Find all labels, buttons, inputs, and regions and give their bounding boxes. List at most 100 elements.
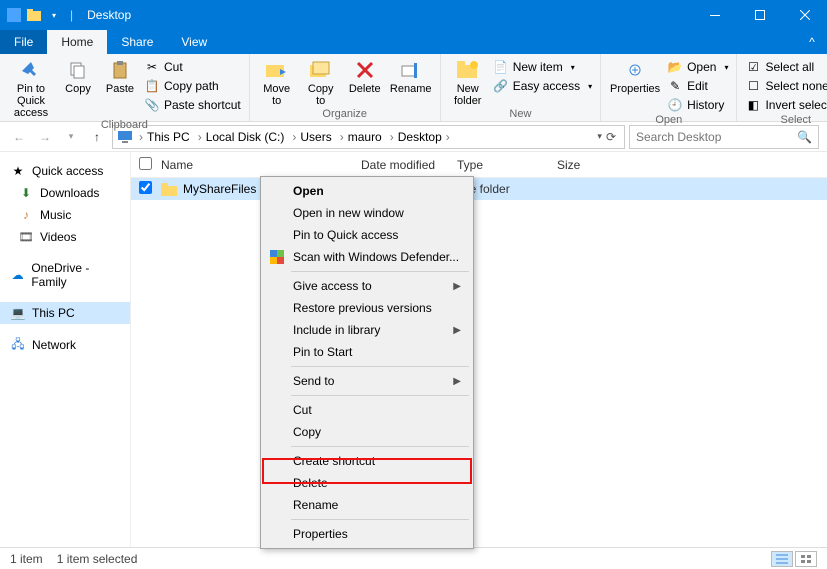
nav-forward-button[interactable]: → [34, 126, 56, 148]
copy-to-button[interactable]: Copy to [300, 56, 342, 107]
close-button[interactable] [782, 0, 827, 30]
copy-path-button[interactable]: 📋Copy path [142, 77, 243, 95]
delete-icon [353, 58, 377, 82]
open-button[interactable]: 📂Open▾ [665, 58, 730, 76]
qat-dropdown-icon[interactable]: ▾ [46, 7, 62, 23]
crumb-desktop[interactable]: Desktop [398, 130, 442, 144]
sidebar-item-thispc[interactable]: 💻This PC [0, 302, 130, 324]
search-input[interactable] [636, 130, 797, 144]
sidebar-item-onedrive[interactable]: ☁OneDrive - Family [0, 258, 130, 292]
edit-icon: ✎ [667, 78, 683, 94]
edit-button[interactable]: ✎Edit [665, 77, 730, 95]
file-row-mysharefiles[interactable]: MyShareFiles File folder [131, 178, 827, 200]
titlebar-divider: | [66, 8, 77, 22]
sidebar-item-quickaccess[interactable]: ★Quick access [0, 160, 130, 182]
row-checkbox[interactable] [139, 181, 152, 194]
sidebar-item-network[interactable]: 🖧Network [0, 334, 130, 356]
ctx-separator [291, 366, 469, 367]
column-headers: Name Date modified Type Size [131, 152, 827, 178]
crumb-thispc[interactable]: This PC [147, 130, 190, 144]
nav-back-button[interactable]: ← [8, 126, 30, 148]
search-box[interactable]: 🔍 [629, 125, 819, 149]
minimize-button[interactable] [692, 0, 737, 30]
ribbon-group-clipboard: Pin to Quick access Copy Paste ✂Cut 📋Cop… [0, 54, 250, 121]
view-icons-button[interactable] [795, 551, 817, 567]
thispc-icon: 💻 [10, 305, 26, 321]
ctx-delete[interactable]: Delete [263, 472, 471, 494]
pin-to-quick-access-button[interactable]: Pin to Quick access [6, 56, 56, 119]
cut-icon: ✂ [144, 59, 160, 75]
sidebar-item-videos[interactable]: 🎞Videos [0, 226, 130, 248]
ctx-rename[interactable]: Rename [263, 494, 471, 516]
file-name-label: MyShareFiles [183, 182, 256, 196]
properties-icon [623, 58, 647, 82]
col-date[interactable]: Date modified [361, 158, 457, 172]
easy-access-button[interactable]: 🔗Easy access▾ [491, 77, 594, 95]
ctx-restore-versions[interactable]: Restore previous versions [263, 297, 471, 319]
ctx-create-shortcut[interactable]: Create shortcut [263, 450, 471, 472]
star-icon: ★ [10, 163, 26, 179]
view-details-button[interactable] [771, 551, 793, 567]
select-all-checkbox[interactable] [139, 157, 152, 170]
new-folder-button[interactable]: New folder [447, 56, 489, 107]
ctx-cut[interactable]: Cut [263, 399, 471, 421]
rename-button[interactable]: Rename [388, 56, 434, 95]
ctx-properties[interactable]: Properties [263, 523, 471, 545]
ctx-copy[interactable]: Copy [263, 421, 471, 443]
copypath-icon: 📋 [144, 78, 160, 94]
sidebar-item-downloads[interactable]: ⬇Downloads [0, 182, 130, 204]
col-name[interactable]: Name [161, 158, 361, 172]
newfolder-icon [456, 58, 480, 82]
cut-button[interactable]: ✂Cut [142, 58, 243, 76]
newitem-icon: 📄 [493, 59, 509, 75]
qat-newfolder-icon[interactable] [26, 7, 42, 23]
sidebar-item-music[interactable]: ♪Music [0, 204, 130, 226]
ctx-pin-start[interactable]: Pin to Start [263, 341, 471, 363]
shield-icon [269, 249, 285, 265]
crumb-localdisk[interactable]: Local Disk (C:) [206, 130, 285, 144]
nav-recent-button[interactable]: ▾ [60, 126, 82, 148]
paste-shortcut-button[interactable]: 📎Paste shortcut [142, 96, 243, 114]
breadcrumb[interactable]: ›This PC ›Local Disk (C:) ›Users ›mauro … [112, 125, 625, 149]
ctx-open-new-window[interactable]: Open in new window [263, 202, 471, 224]
search-icon: 🔍 [797, 130, 812, 144]
maximize-button[interactable] [737, 0, 782, 30]
ctx-include-library[interactable]: Include in library▶ [263, 319, 471, 341]
history-button[interactable]: 🕘History [665, 96, 730, 114]
col-type[interactable]: Type [457, 158, 557, 172]
ctx-send-to[interactable]: Send to▶ [263, 370, 471, 392]
ctx-separator [291, 395, 469, 396]
context-menu: Open Open in new window Pin to Quick acc… [260, 176, 474, 549]
properties-button[interactable]: Properties [607, 56, 663, 95]
tab-share[interactable]: Share [107, 30, 167, 54]
pin-icon [19, 58, 43, 82]
ribbon: Pin to Quick access Copy Paste ✂Cut 📋Cop… [0, 54, 827, 122]
copy-button[interactable]: Copy [58, 56, 98, 95]
ctx-separator [291, 519, 469, 520]
tab-view[interactable]: View [167, 30, 221, 54]
tab-home[interactable]: Home [47, 30, 107, 54]
crumb-users[interactable]: Users [300, 130, 331, 144]
refresh-button[interactable]: ▾ ⟳ [593, 130, 620, 144]
move-to-button[interactable]: Move to [256, 56, 298, 107]
select-all-button[interactable]: ☑Select all [743, 58, 827, 76]
ribbon-help-button[interactable]: ^ [797, 30, 827, 54]
tab-file[interactable]: File [0, 30, 47, 54]
paste-button[interactable]: Paste [100, 56, 140, 95]
rename-icon [399, 58, 423, 82]
pasteshortcut-icon: 📎 [144, 97, 160, 113]
ctx-scan-defender[interactable]: Scan with Windows Defender... [263, 246, 471, 268]
delete-button[interactable]: Delete [344, 56, 386, 95]
status-bar: 1 item 1 item selected [0, 547, 827, 569]
col-size[interactable]: Size [557, 158, 617, 172]
copyto-icon [309, 58, 333, 82]
new-item-button[interactable]: 📄New item▾ [491, 58, 594, 76]
ctx-give-access[interactable]: Give access to▶ [263, 275, 471, 297]
ctx-pin-quick-access[interactable]: Pin to Quick access [263, 224, 471, 246]
cloud-icon: ☁ [10, 267, 25, 283]
ctx-open[interactable]: Open [263, 180, 471, 202]
select-none-button[interactable]: ☐Select none [743, 77, 827, 95]
crumb-mauro[interactable]: mauro [348, 130, 382, 144]
invert-selection-button[interactable]: ◧Invert selection [743, 96, 827, 114]
chevron-right-icon: ▶ [453, 376, 461, 387]
